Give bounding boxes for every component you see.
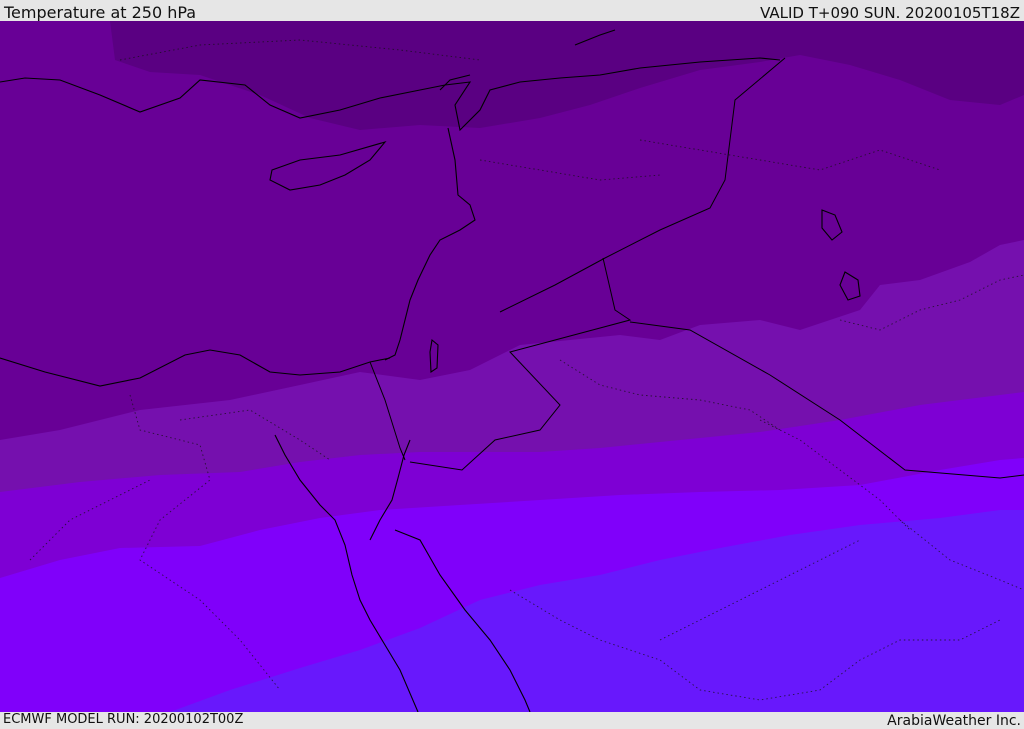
map-title: Temperature at 250 hPa: [4, 3, 197, 22]
model-run: ECMWF MODEL RUN: 20200102T00Z: [3, 712, 244, 727]
map-canvas: [0, 21, 1024, 712]
weather-map[interactable]: [0, 21, 1024, 712]
footer-bar: ECMWF MODEL RUN: 20200102T00Z ArabiaWeat…: [0, 712, 1024, 729]
credit: ArabiaWeather Inc.: [887, 713, 1021, 729]
header-bar: Temperature at 250 hPa VALID T+090 SUN. …: [0, 0, 1024, 22]
valid-time: VALID T+090 SUN. 20200105T18Z: [760, 4, 1020, 22]
